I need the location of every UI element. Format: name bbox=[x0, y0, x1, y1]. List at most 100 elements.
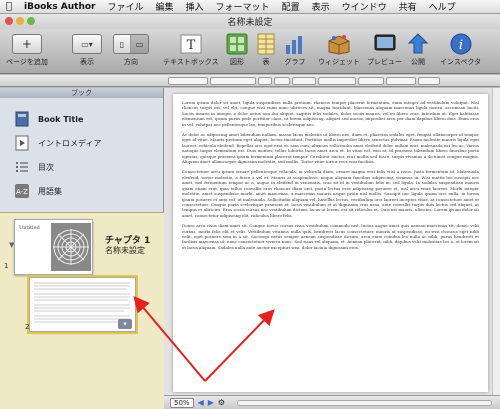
main-window: 名称未設定 + ページを追加 ▭▾ 表示 ▯ ▭ 方向 T テキストボックス 図形 bbox=[0, 14, 500, 409]
shapes-label: 図形 bbox=[230, 58, 244, 66]
svg-text:A-Z: A-Z bbox=[16, 188, 28, 196]
menu-format[interactable]: フォーマット bbox=[210, 0, 276, 13]
body-paragraph[interactable]: Donec arcu risus diam amet sit. Congue t… bbox=[182, 223, 479, 250]
chart-button[interactable]: グラフ bbox=[284, 31, 306, 67]
window-controls bbox=[5, 17, 35, 25]
sidebar-item-book-title[interactable]: Book Title bbox=[0, 106, 164, 132]
previous-page-icon[interactable]: ◀ bbox=[198, 398, 204, 407]
menu-window[interactable]: ウインドウ bbox=[336, 0, 393, 13]
page-number: 1 bbox=[4, 262, 9, 270]
next-page-icon[interactable]: ▶ bbox=[208, 398, 214, 407]
line-spacing-popup[interactable] bbox=[358, 76, 384, 85]
sidebar-item-label: 目次 bbox=[38, 162, 54, 172]
publish-button[interactable]: 公開 bbox=[408, 31, 428, 67]
bold-italic-buttons[interactable] bbox=[292, 76, 316, 85]
sidebar-item-label: 用語集 bbox=[38, 186, 62, 196]
info-icon: i bbox=[450, 33, 472, 55]
alignment-buttons[interactable] bbox=[318, 76, 356, 85]
document-canvas[interactable]: Lorem ipsum dolor sit amet, ligula suspe… bbox=[164, 88, 500, 395]
zoom-popup[interactable]: 50% bbox=[170, 397, 194, 408]
style-popup[interactable] bbox=[168, 76, 208, 85]
preview-button[interactable]: プレビュー bbox=[367, 31, 402, 67]
body-paragraph[interactable]: Lorem ipsum dolor sit amet, ligula suspe… bbox=[182, 100, 479, 127]
list-popup[interactable] bbox=[386, 76, 416, 85]
zoom-button[interactable] bbox=[27, 17, 35, 25]
inspector-button[interactable]: i インスペクタ bbox=[440, 31, 481, 67]
table-icon bbox=[257, 33, 275, 55]
shapes-button[interactable]: 図形 bbox=[226, 31, 248, 67]
apple-menu-icon[interactable]:  bbox=[0, 1, 18, 12]
title-bar: 名称未設定 bbox=[0, 14, 500, 29]
format-bar bbox=[0, 75, 500, 87]
widget-label: ウィジェット bbox=[318, 58, 360, 66]
menu-share[interactable]: 共有 bbox=[393, 0, 423, 13]
horizontal-scrollbar[interactable] bbox=[237, 399, 492, 406]
font-family-popup[interactable] bbox=[210, 76, 256, 85]
vertical-scrollbar[interactable] bbox=[492, 88, 500, 395]
menu-file[interactable]: ファイル bbox=[102, 0, 150, 13]
publish-label: 公開 bbox=[411, 58, 425, 66]
gear-icon[interactable]: ⚙ bbox=[218, 398, 225, 407]
body-paragraph[interactable]: Ac dolor ac adipiscing amet bibendum nul… bbox=[182, 132, 479, 164]
menu-app[interactable]: iBooks Author bbox=[18, 2, 102, 12]
preview-label: プレビュー bbox=[367, 58, 402, 66]
add-page-label: ページを追加 bbox=[6, 58, 48, 66]
svg-text:T: T bbox=[186, 38, 195, 53]
menu-help[interactable]: ヘルプ bbox=[423, 0, 462, 13]
status-bar: 50% ◀ ▶ ⚙ bbox=[164, 395, 500, 409]
sidebar-item-label: イントロメディア bbox=[38, 138, 102, 148]
media-icon bbox=[14, 135, 30, 151]
flower-image-icon bbox=[51, 223, 91, 271]
glossary-icon: A-Z bbox=[14, 183, 30, 199]
book-icon bbox=[14, 111, 30, 127]
chart-label: グラフ bbox=[284, 58, 306, 66]
view-button[interactable]: ▭▾ 表示 bbox=[72, 31, 102, 67]
menu-arrange[interactable]: 配置 bbox=[276, 0, 306, 13]
inspector-label: インスペクタ bbox=[440, 58, 482, 66]
textbox-button[interactable]: T テキストボックス bbox=[163, 31, 219, 67]
plus-icon: + bbox=[11, 34, 42, 54]
body-paragraph[interactable]: Consectetuer arcu ipsum ornare pellentes… bbox=[182, 169, 479, 218]
portrait-icon[interactable]: ▯ bbox=[114, 35, 131, 53]
menu-view[interactable]: 表示 bbox=[306, 0, 336, 13]
view-label: 表示 bbox=[80, 58, 94, 66]
sidebar-item-label: Book Title bbox=[38, 114, 84, 124]
page-number: 2 bbox=[25, 323, 30, 331]
widget-button[interactable]: ウィジェット bbox=[318, 31, 360, 67]
document-page[interactable]: Lorem ipsum dolor sit amet, ligula suspe… bbox=[173, 94, 488, 392]
chapter-subtitle: 名称未設定 bbox=[105, 246, 145, 255]
table-label: 表 bbox=[262, 58, 270, 66]
page-options-icon[interactable]: ▾ bbox=[118, 319, 132, 329]
menu-insert[interactable]: 挿入 bbox=[180, 0, 210, 13]
table-button[interactable]: 表 bbox=[257, 31, 275, 67]
toolbar: + ページを追加 ▭▾ 表示 ▯ ▭ 方向 T テキストボックス 図形 表 グラ… bbox=[0, 29, 500, 74]
book-sidebar: ブック Book Title イントロメディア 目次 A-Z 用語集 ▼ Unt… bbox=[0, 88, 164, 409]
landscape-icon[interactable]: ▭ bbox=[131, 35, 148, 53]
chart-icon bbox=[286, 36, 302, 54]
view-icon: ▭▾ bbox=[72, 34, 102, 54]
sidebar-item-glossary[interactable]: A-Z 用語集 bbox=[0, 178, 164, 204]
minimize-button[interactable] bbox=[16, 17, 24, 25]
columns-popup[interactable] bbox=[418, 76, 440, 85]
pages-pane: ▼ Untitled 1 チャプタ 1 名称未設定 ▾ 2 bbox=[0, 212, 164, 409]
shapes-icon bbox=[226, 33, 248, 55]
window-title: 名称未設定 bbox=[227, 18, 273, 28]
menu-edit[interactable]: 編集 bbox=[150, 0, 180, 13]
add-page-button[interactable]: + ページを追加 bbox=[6, 31, 48, 67]
widget-icon bbox=[328, 35, 350, 55]
orientation-label: 方向 bbox=[124, 58, 138, 66]
sidebar-item-intro-media[interactable]: イントロメディア bbox=[0, 130, 164, 156]
textbox-icon: T bbox=[180, 34, 202, 54]
preview-icon bbox=[374, 34, 395, 51]
font-size-popup[interactable] bbox=[258, 76, 272, 85]
close-button[interactable] bbox=[5, 17, 13, 25]
sidebar-item-toc[interactable]: 目次 bbox=[0, 154, 164, 180]
thumbnail-title: Untitled bbox=[19, 225, 40, 231]
orientation-control[interactable]: ▯ ▭ 方向 bbox=[113, 31, 149, 67]
svg-text:i: i bbox=[458, 38, 462, 53]
text-color-well[interactable] bbox=[274, 76, 290, 85]
menubar:  iBooks Author ファイル 編集 挿入 フォーマット 配置 表示 … bbox=[0, 0, 500, 14]
chapter-thumbnail[interactable]: Untitled bbox=[14, 219, 93, 275]
textbox-label: テキストボックス bbox=[163, 58, 219, 66]
sidebar-header: ブック bbox=[0, 88, 163, 98]
